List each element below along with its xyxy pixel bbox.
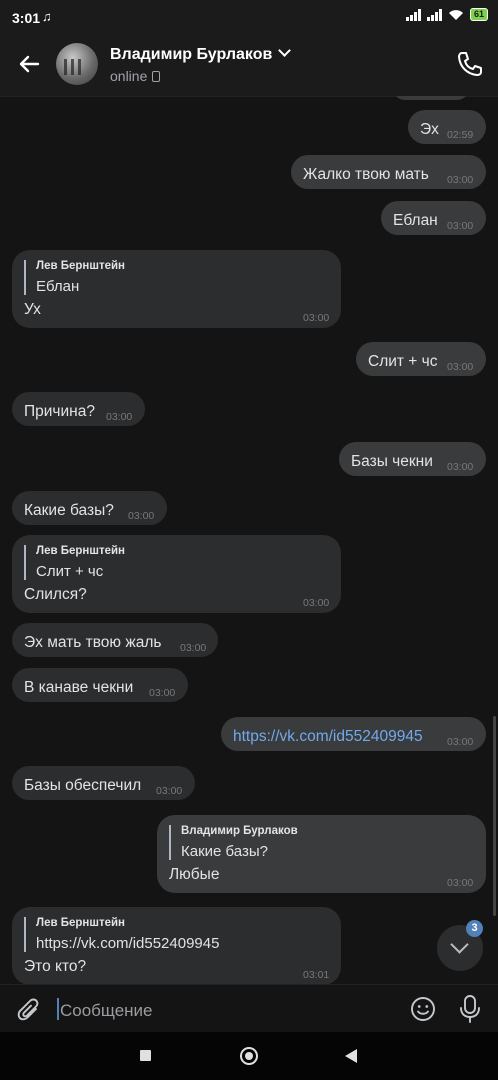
scrollbar[interactable] bbox=[493, 716, 496, 916]
message-bubble-reply[interactable]: Владимир Бурлаков Какие базы? Любые 03:0… bbox=[157, 815, 486, 893]
online-status: online bbox=[110, 68, 148, 84]
unread-badge: 3 bbox=[466, 920, 483, 937]
message-bubble[interactable]: Эх 02:59 bbox=[408, 110, 486, 144]
avatar[interactable] bbox=[56, 43, 98, 85]
message-list[interactable]: Эх 02:59 Жалко твою мать 03:00 Еблан 03:… bbox=[0, 96, 498, 984]
message-bubble-reply[interactable]: Лев Бернштейн Еблан Ух 03:00 bbox=[12, 250, 341, 328]
message-bubble[interactable]: Базы обеспечил 03:00 bbox=[12, 766, 195, 800]
back-icon[interactable] bbox=[345, 1049, 357, 1063]
back-arrow-icon[interactable] bbox=[16, 51, 42, 77]
message-link[interactable]: https://vk.com/id552409945 bbox=[233, 728, 423, 746]
chat-header: Владимир Бурлаков online bbox=[0, 34, 498, 97]
message-bubble[interactable]: Жалко твою мать 03:00 bbox=[291, 155, 486, 189]
message-input[interactable] bbox=[58, 997, 392, 1025]
contact-name-text: Владимир Бурлаков bbox=[110, 46, 273, 63]
mobile-icon bbox=[152, 71, 161, 82]
mic-icon[interactable] bbox=[456, 994, 484, 1024]
contact-status: online bbox=[110, 68, 161, 84]
headphones-icon: ♫ bbox=[42, 9, 52, 24]
contact-name[interactable]: Владимир Бурлаков bbox=[110, 44, 292, 64]
system-nav-bar bbox=[0, 1032, 498, 1080]
message-bubble[interactable]: Базы чекни 03:00 bbox=[339, 442, 486, 476]
signal-icon-2 bbox=[426, 8, 442, 21]
battery-icon: 61 bbox=[469, 8, 488, 21]
message-bubble-link[interactable]: https://vk.com/id552409945 03:00 bbox=[221, 717, 486, 751]
chevron-down-icon bbox=[450, 935, 469, 954]
home-icon[interactable] bbox=[240, 1047, 258, 1065]
emoji-icon[interactable] bbox=[410, 996, 436, 1022]
status-icons: 61 bbox=[405, 8, 488, 21]
reply-quote[interactable]: Лев Бернштейн Еблан bbox=[24, 260, 125, 295]
message-bubble[interactable]: Эх мать твою жаль 03:00 bbox=[12, 623, 218, 657]
message-bubble[interactable]: Какие базы? 03:00 bbox=[12, 491, 167, 525]
message-bubble[interactable]: Еблан 03:00 bbox=[381, 201, 486, 235]
reply-quote[interactable]: Лев Бернштейн https://vk.com/id552409945 bbox=[24, 917, 219, 952]
signal-icon bbox=[405, 8, 421, 21]
recents-icon[interactable] bbox=[140, 1050, 151, 1061]
status-time: 3:01 bbox=[12, 10, 41, 26]
chevron-down-icon bbox=[278, 44, 292, 57]
reply-quote[interactable]: Владимир Бурлаков Какие базы? bbox=[169, 825, 298, 860]
attach-icon[interactable] bbox=[16, 997, 42, 1023]
message-partial[interactable] bbox=[393, 96, 469, 100]
message-bubble[interactable]: Причина? 03:00 bbox=[12, 392, 145, 426]
status-bar: 3:01 ♫ 61 bbox=[0, 0, 498, 34]
message-bubble-reply[interactable]: Лев Бернштейн Слит + чс Слился? 03:00 bbox=[12, 535, 341, 613]
reply-quote[interactable]: Лев Бернштейн Слит + чс bbox=[24, 545, 125, 580]
wifi-icon bbox=[448, 9, 463, 20]
message-bubble[interactable]: В канаве чекни 03:00 bbox=[12, 668, 188, 702]
message-bubble[interactable]: Слит + чс 03:00 bbox=[356, 342, 486, 376]
message-bubble-reply[interactable]: Лев Бернштейн https://vk.com/id552409945… bbox=[12, 907, 341, 984]
phone-call-icon[interactable] bbox=[456, 50, 484, 78]
message-composer bbox=[0, 984, 498, 1033]
